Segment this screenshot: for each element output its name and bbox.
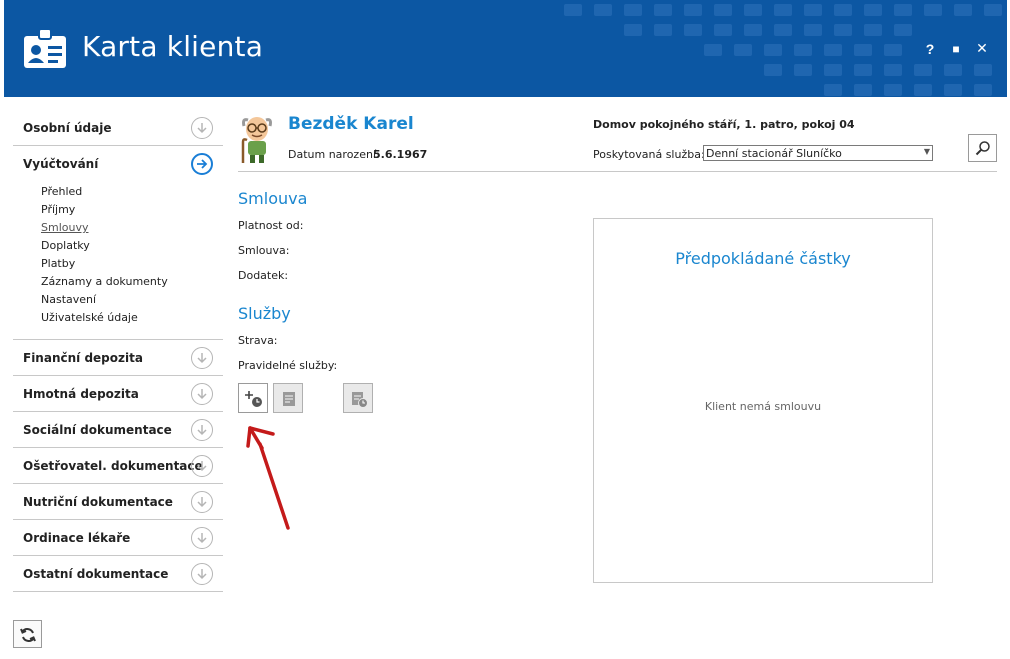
field-smlouva: Smlouva:: [238, 244, 290, 257]
sidebar-item-label: Sociální dokumentace: [23, 423, 172, 437]
edit-service-button[interactable]: [273, 383, 303, 413]
service-select[interactable]: Denní stacionář Sluníčko ▼: [703, 145, 933, 161]
sidebar-item-socialni-dokumentace[interactable]: Sociální dokumentace: [13, 412, 223, 448]
services-section-title: Služby: [238, 304, 291, 323]
predicted-amounts-panel: Předpokládané částky Klient nemá smlouvu: [593, 218, 933, 583]
search-button[interactable]: [968, 134, 997, 162]
panel-empty-message: Klient nemá smlouvu: [704, 400, 822, 413]
sidebar-item-label: Finanční depozita: [23, 351, 143, 365]
service-select-value: Denní stacionář Sluníčko: [706, 147, 842, 160]
header-divider: [238, 171, 997, 172]
field-pravidelne-sluzby: Pravidelné služby:: [238, 359, 338, 372]
sidebar-item-label: Hmotná depozita: [23, 387, 139, 401]
subitem-zaznamy-a-dokumenty[interactable]: Záznamy a dokumenty: [41, 273, 223, 291]
refresh-button[interactable]: [13, 620, 42, 648]
arrow-down-circle-icon[interactable]: [191, 419, 213, 441]
subitem-nastaveni[interactable]: Nastavení: [41, 291, 223, 309]
window-header: Karta klienta ? ■ ✕: [4, 0, 1007, 97]
add-service-button[interactable]: [238, 383, 268, 413]
search-icon: [975, 141, 990, 156]
panel-title: Předpokládané částky: [675, 249, 851, 268]
sidebar-item-ordinace-lekare[interactable]: Ordinace lékaře: [13, 520, 223, 556]
sidebar-item-osetrovatel-dokumentace[interactable]: Ošetřovatel. dokumentace: [13, 448, 223, 484]
sidebar-item-nutricni-dokumentace[interactable]: Nutriční dokumentace: [13, 484, 223, 520]
subitem-doplatky[interactable]: Doplatky: [41, 237, 223, 255]
subitem-prehled[interactable]: Přehled: [41, 183, 223, 201]
sidebar-item-label: Ostatní dokumentace: [23, 567, 169, 581]
sidebar-item-label: Vyúčtování: [23, 157, 99, 171]
contract-section-title: Smlouva: [238, 189, 308, 208]
sidebar-item-osobni-udaje[interactable]: Osobní údaje: [13, 110, 223, 146]
arrow-down-circle-icon[interactable]: [191, 347, 213, 369]
service-label: Poskytovaná služba:: [593, 148, 705, 161]
id-card-icon: [24, 28, 66, 68]
sidebar-item-vyuctovani[interactable]: Vyúčtování: [13, 146, 223, 182]
sidebar-item-financni-depozita[interactable]: Finanční depozita: [13, 340, 223, 376]
arrow-down-circle-icon[interactable]: [191, 563, 213, 585]
sidebar-item-label: Osobní údaje: [23, 121, 112, 135]
sidebar-item-label: Nutriční dokumentace: [23, 495, 173, 509]
close-button[interactable]: ✕: [975, 40, 989, 57]
add-clock-icon: [245, 391, 262, 407]
vyuctovani-submenu: Přehled Příjmy Smlouvy Doplatky Platby Z…: [13, 180, 223, 340]
dob-label: Datum narození:: [288, 148, 380, 161]
facility-location: Domov pokojného stáří, 1. patro, pokoj 0…: [593, 118, 855, 131]
arrow-down-circle-icon[interactable]: [191, 491, 213, 513]
sidebar-item-ostatni-dokumentace[interactable]: Ostatní dokumentace: [13, 556, 223, 592]
arrow-down-circle-icon[interactable]: [191, 527, 213, 549]
dob-value: 5.6.1967: [373, 148, 428, 161]
document-clock-icon: [352, 392, 368, 408]
help-button[interactable]: ?: [923, 41, 937, 57]
sidebar: Osobní údaje Vyúčtování Přehled Příjmy S…: [13, 110, 223, 592]
subitem-platby[interactable]: Platby: [41, 255, 223, 273]
subitem-uzivatelske-udaje[interactable]: Uživatelské údaje: [41, 309, 223, 327]
field-dodatek: Dodatek:: [238, 269, 289, 282]
subitem-smlouvy[interactable]: Smlouvy: [41, 219, 223, 237]
service-history-button[interactable]: [343, 383, 373, 413]
arrow-down-circle-icon[interactable]: [191, 383, 213, 405]
client-name: Bezděk Karel: [288, 114, 414, 134]
chevron-down-icon[interactable]: ▼: [924, 147, 930, 156]
field-platnost-od: Platnost od:: [238, 219, 304, 232]
window-title: Karta klienta: [82, 30, 264, 63]
subitem-prijmy[interactable]: Příjmy: [41, 201, 223, 219]
annotation-arrow: [246, 426, 290, 530]
sidebar-item-label: Ošetřovatel. dokumentace: [23, 459, 203, 473]
maximize-button[interactable]: ■: [949, 42, 963, 56]
arrow-down-circle-icon[interactable]: [191, 117, 213, 139]
sidebar-item-label: Ordinace lékaře: [23, 531, 131, 545]
client-avatar: [241, 117, 272, 163]
refresh-icon: [20, 628, 36, 642]
field-strava: Strava:: [238, 334, 278, 347]
arrow-right-circle-icon[interactable]: [191, 153, 213, 175]
arrow-down-circle-icon[interactable]: [191, 455, 213, 477]
sidebar-item-hmotna-depozita[interactable]: Hmotná depozita: [13, 376, 223, 412]
document-edit-icon: [283, 392, 295, 406]
